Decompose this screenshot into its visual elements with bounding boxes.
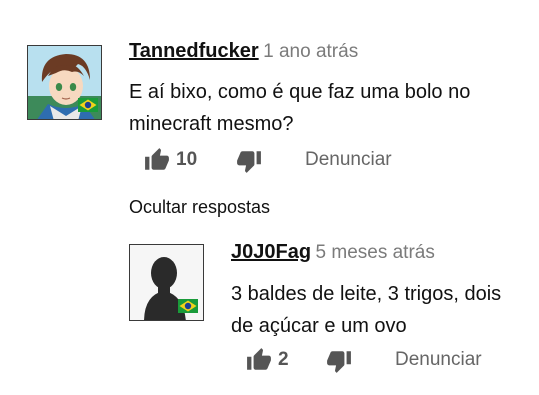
comment-like-button[interactable] (143, 147, 171, 173)
reply-text-line: 3 baldes de leite, 3 trigos, dois (231, 283, 502, 305)
brazil-flag-icon (78, 98, 98, 112)
thumbs-up-icon (145, 148, 169, 170)
reply-like-button[interactable] (245, 347, 273, 373)
reply-time: 5 meses atrás (315, 242, 435, 263)
comment-dislike-button[interactable] (235, 148, 263, 174)
reply-dislike-button[interactable] (325, 348, 353, 374)
comment-text: E aí bixo, como é que faz uma bolo no mi… (129, 76, 529, 140)
reply-avatar[interactable] (129, 244, 204, 321)
reply-like-count: 2 (278, 349, 289, 370)
comment-avatar[interactable] (27, 45, 102, 120)
comment-text-line: minecraft mesmo? (129, 113, 294, 135)
comment-report-button[interactable]: Denunciar (305, 149, 392, 171)
brazil-flag-icon (178, 299, 198, 313)
reply-report-button[interactable]: Denunciar (395, 349, 482, 371)
thumbs-down-icon (237, 151, 261, 173)
thumbs-up-icon (247, 348, 271, 370)
comment-author-link[interactable]: Tannedfucker (129, 40, 259, 62)
comment-time: 1 ano atrás (263, 41, 359, 62)
thumbs-down-icon (327, 351, 351, 373)
hide-replies-button[interactable]: Ocultar respostas (129, 197, 270, 218)
reply-header: J0J0Fag 5 meses atrás (231, 241, 435, 264)
reply-text: 3 baldes de leite, 3 trigos, dois de açú… (231, 278, 531, 342)
reply-text-line: de açúcar e um ovo (231, 315, 407, 337)
comment-text-line: E aí bixo, como é que faz uma bolo no (129, 81, 471, 103)
reply-author-link[interactable]: J0J0Fag (231, 241, 311, 263)
comment-header: Tannedfucker 1 ano atrás (129, 40, 358, 63)
comment-like-count: 10 (176, 149, 198, 170)
